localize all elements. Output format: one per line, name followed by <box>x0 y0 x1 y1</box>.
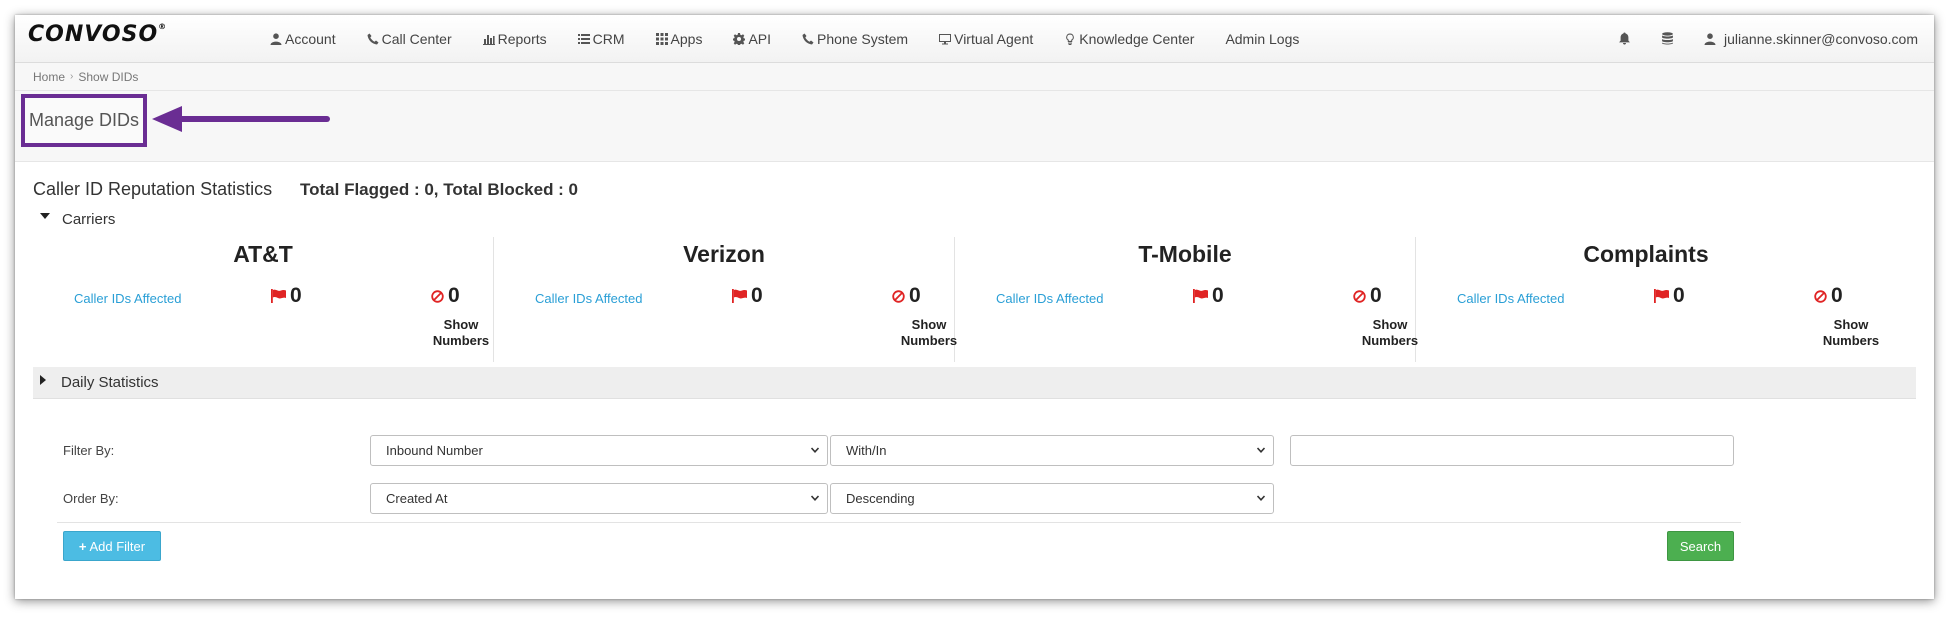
flagged-count: 0 <box>1193 284 1224 308</box>
daily-statistics-label: Daily Statistics <box>61 374 159 391</box>
ban-icon <box>431 289 444 303</box>
nav-account[interactable]: Account <box>270 31 336 47</box>
caller-ids-affected-link[interactable]: Caller IDs Affected <box>74 291 181 306</box>
order-direction-select[interactable]: Descending <box>830 483 1274 514</box>
app-window: CONVOSO® Account Call Center Reports CRM… <box>15 15 1934 599</box>
filter-field-select[interactable]: Inbound Number <box>370 435 828 466</box>
flag-icon <box>732 289 747 303</box>
flagged-count: 0 <box>1654 284 1685 308</box>
ban-icon <box>1353 289 1366 303</box>
nav-call-center[interactable]: Call Center <box>367 31 452 47</box>
carrier-card: Complaints Caller IDs Affected 0 0 Show … <box>1416 237 1879 362</box>
caller-ids-affected-link[interactable]: Caller IDs Affected <box>535 291 642 306</box>
nav-reports[interactable]: Reports <box>482 31 547 47</box>
filter-value-input[interactable] <box>1290 435 1734 466</box>
caret-right-icon <box>40 374 46 385</box>
phone-icon <box>802 33 814 44</box>
nav-knowledge-center[interactable]: Knowledge Center <box>1064 31 1194 47</box>
chevron-down-icon <box>811 495 819 501</box>
flag-icon <box>271 289 286 303</box>
daily-statistics-toggle[interactable]: Daily Statistics <box>33 367 1916 399</box>
database-icon[interactable] <box>1661 32 1674 45</box>
plus-icon: + <box>78 538 87 554</box>
carrier-name: AT&T <box>233 241 293 267</box>
chevron-down-icon <box>811 447 819 453</box>
ban-icon <box>892 289 905 303</box>
carriers-panel: AT&T Caller IDs Affected 0 0 Show Number… <box>33 237 1916 362</box>
user-icon <box>270 32 282 45</box>
carrier-card: AT&T Caller IDs Affected 0 0 Show Number… <box>33 237 494 362</box>
order-by-label: Order By: <box>63 491 119 506</box>
carriers-toggle[interactable]: Carriers <box>40 211 115 228</box>
list-icon <box>577 33 590 44</box>
bar-chart-icon <box>482 34 495 45</box>
nav-virtual-agent[interactable]: Virtual Agent <box>939 31 1033 47</box>
page-title-highlight: Manage DIDs <box>21 94 147 147</box>
bell-icon[interactable] <box>1618 32 1631 45</box>
carrier-name: Verizon <box>683 241 765 267</box>
form-divider <box>57 522 1741 523</box>
gear-icon <box>733 32 746 45</box>
carrier-name: Complaints <box>1583 241 1709 267</box>
filter-operator-select[interactable]: With/In <box>830 435 1274 466</box>
chevron-down-icon <box>1257 447 1265 453</box>
show-numbers-button[interactable]: Show Numbers <box>416 317 506 349</box>
lightbulb-icon <box>1066 33 1075 45</box>
flag-icon <box>1193 289 1208 303</box>
page-header: Manage DIDs <box>15 91 1934 162</box>
breadcrumb-current: Show DIDs <box>78 69 139 84</box>
monitor-icon <box>939 33 952 44</box>
caller-ids-affected-link[interactable]: Caller IDs Affected <box>1457 291 1564 306</box>
user-email: julianne.skinner@convoso.com <box>1724 30 1918 47</box>
top-navbar: CONVOSO® Account Call Center Reports CRM… <box>15 15 1934 63</box>
search-button[interactable]: Search <box>1667 531 1734 561</box>
blocked-count: 0 <box>1814 284 1843 308</box>
add-filter-button[interactable]: + Add Filter <box>63 531 161 561</box>
grid-icon <box>655 32 668 45</box>
chevron-down-icon <box>1257 495 1265 501</box>
breadcrumb-separator: › <box>70 71 74 82</box>
convoso-logo[interactable]: CONVOSO® <box>28 22 167 47</box>
filter-by-label: Filter By: <box>63 443 115 458</box>
flagged-count: 0 <box>271 284 302 308</box>
caller-ids-affected-link[interactable]: Caller IDs Affected <box>996 291 1103 306</box>
phone-icon <box>367 33 379 44</box>
stats-heading: Caller ID Reputation Statistics <box>33 179 273 199</box>
flag-icon <box>1654 289 1669 303</box>
nav-api[interactable]: API <box>733 31 771 47</box>
breadcrumb: Home › Show DIDs <box>15 63 1934 91</box>
ban-icon <box>1814 289 1827 303</box>
user-menu[interactable]: julianne.skinner@convoso.com <box>1704 31 1918 47</box>
flagged-count: 0 <box>732 284 763 308</box>
nav-apps[interactable]: Apps <box>655 31 702 47</box>
carrier-name: T-Mobile <box>1138 241 1232 267</box>
carriers-label: Carriers <box>62 211 116 228</box>
blocked-count: 0 <box>431 284 460 308</box>
nav-admin-logs[interactable]: Admin Logs <box>1225 31 1299 47</box>
order-field-select[interactable]: Created At <box>370 483 828 514</box>
user-icon <box>1704 32 1716 45</box>
stats-totals: Total Flagged : 0, Total Blocked : 0 <box>300 180 579 199</box>
show-numbers-button[interactable]: Show Numbers <box>1806 317 1896 349</box>
breadcrumb-home[interactable]: Home <box>33 70 65 84</box>
blocked-count: 0 <box>1353 284 1382 308</box>
nav-phone-system[interactable]: Phone System <box>802 31 908 47</box>
main-nav: Account Call Center Reports CRM Apps API <box>270 15 1330 62</box>
annotation-arrow-icon <box>152 106 330 132</box>
caret-down-icon <box>40 212 50 219</box>
blocked-count: 0 <box>892 284 921 308</box>
page-title: Manage DIDs <box>28 110 140 130</box>
carrier-card: Verizon Caller IDs Affected 0 0 Show Num… <box>494 237 957 362</box>
carrier-card: T-Mobile Caller IDs Affected 0 0 Show Nu… <box>955 237 1418 362</box>
nav-right: julianne.skinner@convoso.com <box>1618 15 1918 62</box>
nav-crm[interactable]: CRM <box>577 31 625 47</box>
